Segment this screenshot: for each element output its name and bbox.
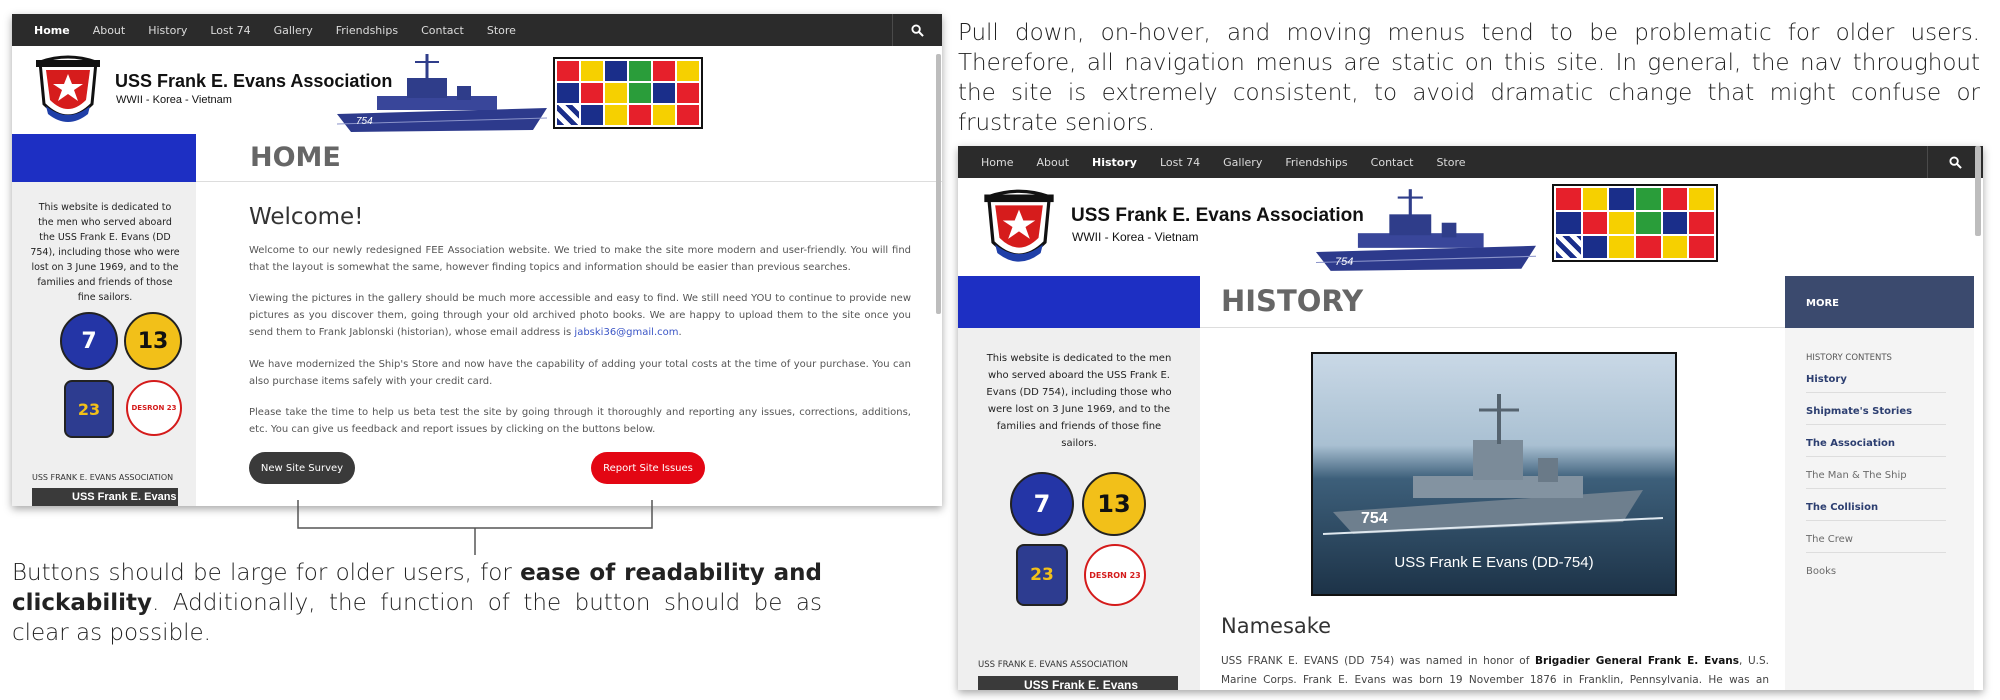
association-link[interactable]: USS Frank E. Evans bbox=[32, 488, 178, 506]
divider bbox=[1806, 488, 1946, 489]
left-sidebar: This website is dedicated to the men who… bbox=[958, 276, 1200, 690]
more-link-the-association[interactable]: The Association bbox=[1806, 438, 1895, 449]
nav-friendships[interactable]: Friendships bbox=[1285, 156, 1347, 169]
page-title: HISTORY bbox=[1221, 284, 1364, 318]
search-button[interactable] bbox=[892, 14, 942, 46]
nav-gallery[interactable]: Gallery bbox=[1223, 156, 1262, 169]
divider bbox=[1806, 424, 1946, 425]
badge-desron-23[interactable]: DESRON 23 bbox=[126, 380, 182, 436]
divider bbox=[1806, 456, 1946, 457]
nav-about[interactable]: About bbox=[93, 24, 126, 37]
badge-7[interactable]: 7 bbox=[1010, 472, 1074, 536]
more-link-history[interactable]: History bbox=[1806, 374, 1847, 385]
site-banner: USS Frank E. Evans Association WWII - Ko… bbox=[12, 46, 942, 134]
badge-7[interactable]: 7 bbox=[60, 312, 118, 370]
left-sidebar: This website is dedicated to the men who… bbox=[12, 134, 196, 506]
association-crest-logo[interactable] bbox=[980, 185, 1058, 269]
scrollbar-thumb[interactable] bbox=[1975, 146, 1981, 236]
nav-gallery[interactable]: Gallery bbox=[274, 24, 313, 37]
email-link[interactable]: jabski36@gmail.com bbox=[574, 327, 678, 338]
more-link-the-collision[interactable]: The Collision bbox=[1806, 502, 1878, 513]
association-crest-logo[interactable] bbox=[32, 52, 104, 128]
annotation-bracket bbox=[297, 500, 653, 555]
nav-lost-74[interactable]: Lost 74 bbox=[210, 24, 250, 37]
nav-store[interactable]: Store bbox=[1436, 156, 1465, 169]
site-banner: USS Frank E. Evans Association WWII - Ko… bbox=[958, 178, 1983, 276]
nav-home[interactable]: Home bbox=[34, 24, 70, 37]
more-link-shipmates-stories[interactable]: Shipmate's Stories bbox=[1806, 406, 1912, 417]
photo-hull-number: 754 bbox=[1361, 510, 1388, 527]
badge-desron-23[interactable]: DESRON 23 bbox=[1084, 544, 1146, 606]
site-subtitle: WWII - Korea - Vietnam bbox=[116, 94, 232, 106]
divider bbox=[1806, 552, 1946, 553]
history-page-screenshot: Home About History Lost 74 Gallery Frien… bbox=[958, 146, 1983, 690]
new-site-survey-button[interactable]: New Site Survey bbox=[249, 452, 355, 484]
search-icon bbox=[911, 23, 924, 37]
association-label: USS FRANK E. EVANS ASSOCIATION bbox=[978, 660, 1128, 670]
site-subtitle: WWII - Korea - Vietnam bbox=[1072, 230, 1199, 244]
badge-13[interactable]: 13 bbox=[124, 312, 182, 370]
more-link-man-and-ship[interactable]: The Man & The Ship bbox=[1806, 470, 1907, 481]
signal-flags-image bbox=[553, 57, 703, 129]
association-link[interactable]: USS Frank E. Evans bbox=[978, 676, 1178, 690]
paragraph-1: Welcome to our newly redesigned FEE Asso… bbox=[249, 245, 911, 273]
namesake-paragraph: USS FRANK E. EVANS (DD 754) was named in… bbox=[1221, 655, 1770, 686]
more-link-the-crew[interactable]: The Crew bbox=[1806, 534, 1853, 545]
more-sidebar: MORE HISTORY CONTENTS History Shipmate's… bbox=[1785, 276, 1974, 690]
welcome-heading: Welcome! bbox=[249, 204, 364, 230]
nav-history[interactable]: History bbox=[1092, 156, 1137, 169]
paragraph-3: We have modernized the Ship's Store and … bbox=[249, 359, 911, 387]
nav-home[interactable]: Home bbox=[981, 156, 1013, 169]
caption-buttons: Buttons should be large for older users,… bbox=[12, 560, 822, 646]
more-link-books[interactable]: Books bbox=[1806, 566, 1836, 577]
ship-hull-number: 754 bbox=[356, 116, 373, 127]
nav-friendships[interactable]: Friendships bbox=[336, 24, 398, 37]
page-title: HOME bbox=[250, 142, 341, 173]
paragraph-4: Please take the time to help us beta tes… bbox=[249, 407, 911, 435]
scrollbar-thumb[interactable] bbox=[936, 54, 941, 314]
nav-lost-74[interactable]: Lost 74 bbox=[1160, 156, 1200, 169]
caption-navigation: Pull down, on-hover, and moving menus te… bbox=[958, 20, 1980, 136]
history-contents-label: HISTORY CONTENTS bbox=[1806, 353, 1892, 363]
namesake-heading: Namesake bbox=[1221, 614, 1332, 638]
badge-13[interactable]: 13 bbox=[1082, 472, 1146, 536]
more-title: MORE bbox=[1806, 298, 1839, 309]
nav-about[interactable]: About bbox=[1036, 156, 1069, 169]
search-icon bbox=[1949, 155, 1962, 169]
nav-history[interactable]: History bbox=[148, 24, 187, 37]
nav-store[interactable]: Store bbox=[487, 24, 516, 37]
sidebar-blue-bar bbox=[12, 134, 196, 182]
badge-23[interactable]: 23 bbox=[1016, 544, 1068, 606]
divider bbox=[1806, 520, 1946, 521]
signal-flags-image bbox=[1552, 184, 1718, 262]
home-page-screenshot: Home About History Lost 74 Gallery Frien… bbox=[12, 14, 942, 506]
dedication-text: This website is dedicated to the men who… bbox=[986, 353, 1172, 449]
sidebar-blue-bar bbox=[958, 276, 1200, 328]
dedication-text: This website is dedicated to the men who… bbox=[30, 202, 180, 303]
paragraph-2: Viewing the pictures in the gallery shou… bbox=[249, 293, 911, 338]
nav-contact[interactable]: Contact bbox=[421, 24, 464, 37]
report-site-issues-button[interactable]: Report Site Issues bbox=[591, 452, 705, 484]
ship-photo[interactable]: 754 USS Frank E Evans (DD-754) bbox=[1311, 352, 1677, 596]
badge-23[interactable]: 23 bbox=[64, 380, 114, 438]
nav-bar: Home About History Lost 74 Gallery Frien… bbox=[958, 146, 1983, 178]
ship-hull-number: 754 bbox=[1335, 256, 1354, 268]
divider bbox=[1806, 392, 1946, 393]
nav-contact[interactable]: Contact bbox=[1371, 156, 1414, 169]
association-label: USS FRANK E. EVANS ASSOCIATION bbox=[32, 473, 174, 482]
photo-caption: USS Frank E Evans (DD-754) bbox=[1394, 554, 1594, 571]
nav-bar: Home About History Lost 74 Gallery Frien… bbox=[12, 14, 942, 46]
